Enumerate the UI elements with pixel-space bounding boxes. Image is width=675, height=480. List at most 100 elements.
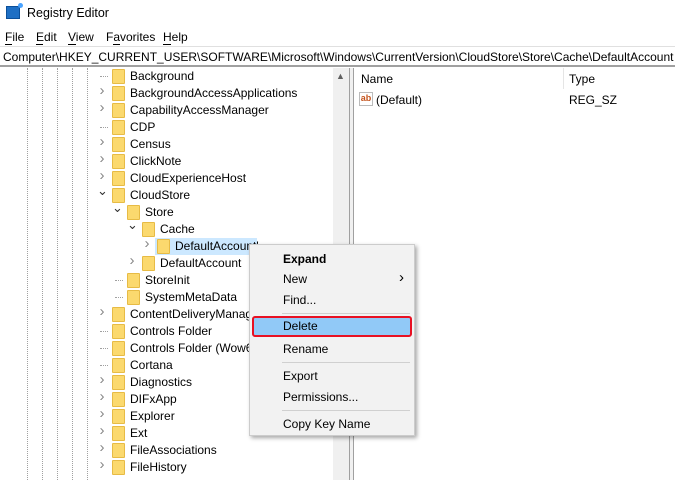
tree-item-label: FileAssociations [130,443,217,457]
tree-item-label: Ext [130,426,148,440]
menu-label: Edit [36,30,57,44]
context-menu-find[interactable]: Find... [252,290,412,309]
tree-item[interactable]: ⌄ Store [0,201,333,221]
tree-item[interactable]: › CloudExperienceHost [0,168,333,187]
tree-item-label: DefaultAccount [160,256,242,270]
registry-editor-icon [6,3,23,19]
folder-icon [112,137,125,152]
chevron-down-icon[interactable]: ⌄ [112,201,123,214]
tree-connector [115,297,123,298]
chevron-right-icon[interactable]: › [127,253,137,268]
menu-item-label: Copy Key Name [283,417,371,431]
tree-item[interactable]: › ClickNote [0,151,333,170]
context-menu-expand[interactable]: Expand [252,249,412,268]
accelerator-underline [5,44,12,45]
accelerator-underline [113,44,120,45]
chevron-right-icon[interactable]: › [97,389,107,404]
menu-view[interactable]: View [68,30,94,45]
chevron-right-icon[interactable]: › [97,168,107,183]
chevron-right-icon[interactable]: › [97,406,107,421]
context-menu-export[interactable]: Export [252,366,412,385]
tree-item-label: ContentDeliveryManager [130,307,263,321]
context-menu-rename[interactable]: Rename [252,339,412,358]
tree-item-label: DIFxApp [130,392,177,406]
chevron-right-icon[interactable]: › [97,100,107,115]
chevron-right-icon[interactable]: › [97,457,107,472]
context-menu-permissions[interactable]: Permissions... [252,387,412,406]
address-bar[interactable]: Computer\HKEY_CURRENT_USER\SOFTWARE\Micr… [0,46,675,67]
tree-item-label: StoreInit [145,273,190,287]
folder-icon [112,86,125,101]
folder-icon [112,375,125,390]
menu-item-label: Rename [283,342,329,356]
folder-icon [142,256,155,271]
folder-icon [112,341,125,356]
tree-item[interactable]: › FileHistory [0,457,333,476]
value-name: (Default) [376,93,423,107]
tree-connector [100,127,108,128]
chevron-right-icon[interactable]: › [97,83,107,98]
context-menu-new[interactable]: New › [252,269,412,288]
tree-item-label: CloudExperienceHost [130,171,247,185]
menu-separator [282,410,410,411]
chevron-right-icon[interactable]: › [97,151,107,166]
column-header-name[interactable]: Name [361,72,393,86]
menu-label: Help [163,30,188,44]
submenu-arrow-icon: › [399,269,404,286]
window-title: Registry Editor [27,6,109,20]
tree-item-label: SystemMetaData [145,290,238,304]
tree-item[interactable]: › FileAssociations [0,440,333,459]
scroll-up-icon[interactable]: ▲ [336,71,345,81]
chevron-down-icon[interactable]: ⌄ [97,184,108,197]
menu-separator [282,313,410,314]
menu-favorites[interactable]: Favorites [106,30,155,45]
folder-icon [112,358,125,373]
chevron-right-icon[interactable]: › [97,372,107,387]
tree-item[interactable]: CDP [0,119,333,136]
chevron-down-icon[interactable]: ⌄ [127,218,138,231]
chevron-right-icon[interactable]: › [97,304,107,319]
tree-connector [100,365,108,366]
menu-label: View [68,30,94,44]
chevron-right-icon[interactable]: › [97,440,107,455]
tree-item-label: Explorer [130,409,175,423]
menu-file[interactable]: File [5,30,24,45]
chevron-right-icon[interactable]: › [97,134,107,149]
folder-icon [157,239,170,254]
menu-edit[interactable]: Edit [36,30,57,45]
context-menu-copy-key-name[interactable]: Copy Key Name [252,414,412,433]
accelerator-underline [36,44,43,45]
tree-item-label: BackgroundAccessApplications [130,86,298,100]
tree-item-label: Diagnostics [130,375,193,389]
tree-connector [100,331,108,332]
column-divider[interactable] [563,68,564,89]
tree-item-label: CloudStore [130,188,191,202]
tree-item-label: FileHistory [130,460,187,474]
menu-item-label: Delete [283,319,318,333]
tree-item[interactable]: › CapabilityAccessManager [0,100,333,119]
context-menu-delete[interactable]: Delete [252,316,412,337]
tree-item[interactable]: ⌄ Cache [0,218,333,238]
tree-item-label: Background [130,69,195,83]
folder-icon [112,426,125,441]
tree-item[interactable]: › BackgroundAccessApplications [0,83,333,102]
menu-item-label: Export [283,369,318,383]
folder-icon [112,307,125,322]
accelerator-underline [163,44,171,45]
chevron-right-icon[interactable]: › [142,236,152,251]
menu-help[interactable]: Help [163,30,188,45]
column-header-type[interactable]: Type [569,72,595,86]
accelerator-underline [68,44,76,45]
folder-icon [112,409,125,424]
folder-icon [112,324,125,339]
tree-item[interactable]: › Census [0,134,333,153]
chevron-right-icon[interactable]: › [97,423,107,438]
tree-item[interactable]: Background [0,68,333,85]
tree-connector [115,280,123,281]
tree-item-label: Cache [160,222,195,236]
tree-item-label: Controls Folder (Wow64) [130,341,264,355]
title-bar: Registry Editor [0,0,675,26]
menu-item-label: New [283,272,308,286]
tree-item[interactable]: ⌄ CloudStore [0,184,333,204]
menu-item-label: Find... [283,293,317,307]
